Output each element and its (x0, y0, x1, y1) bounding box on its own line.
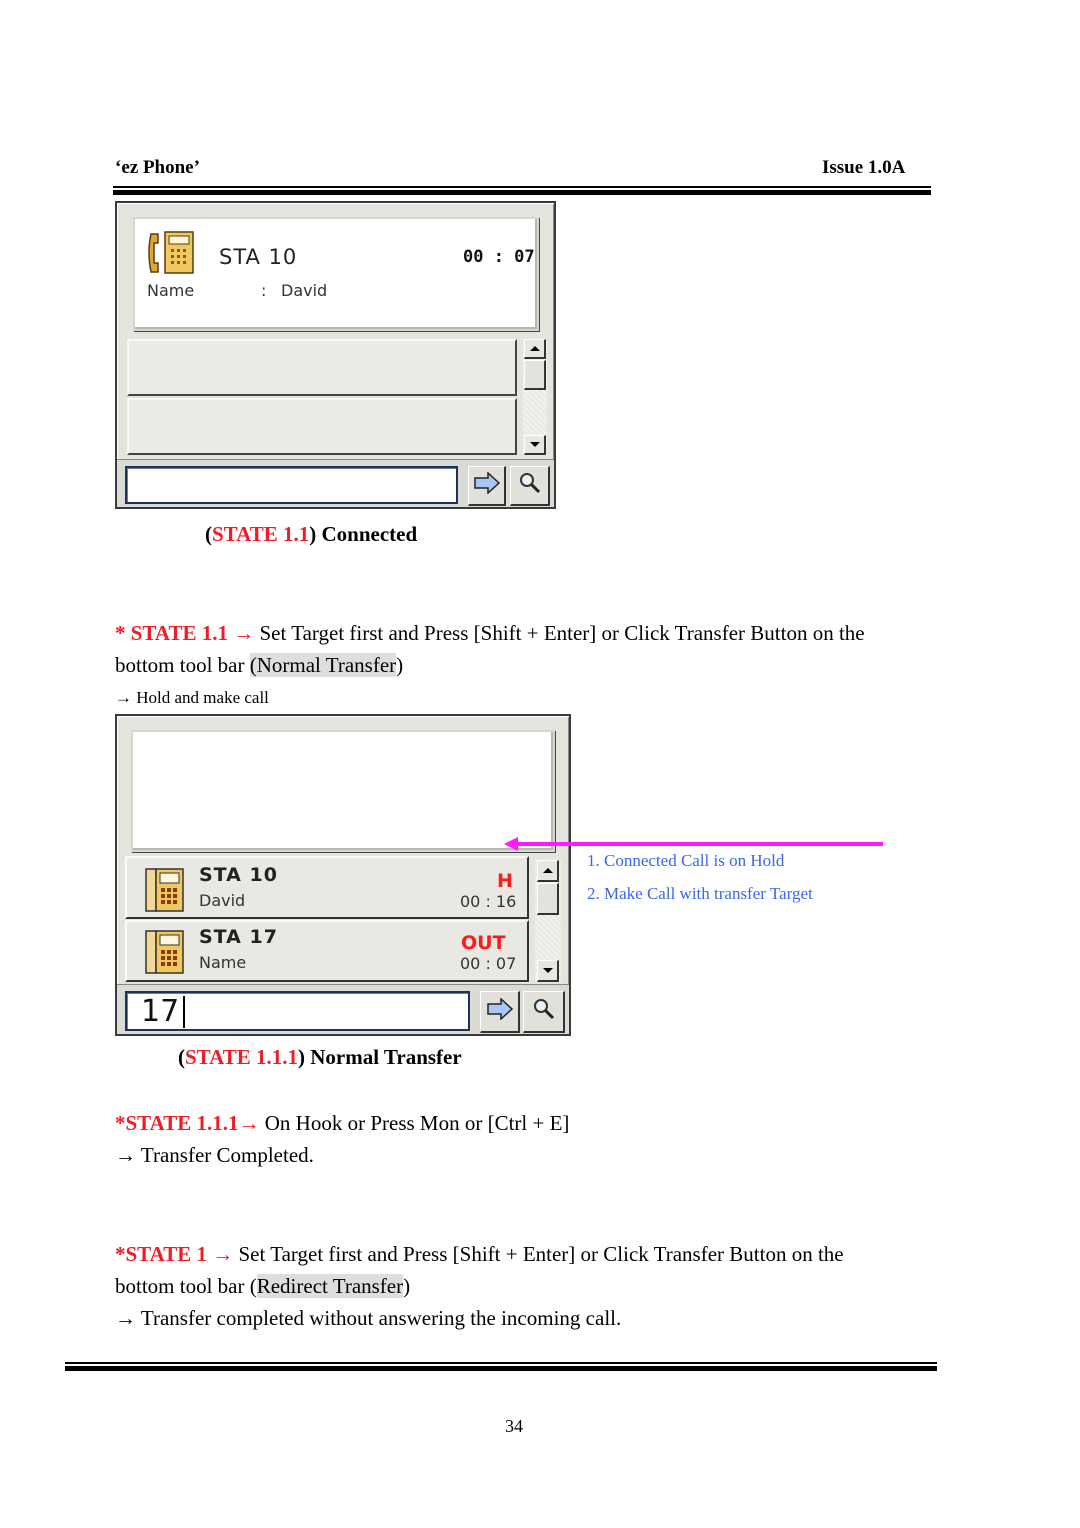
name-label: Name (147, 281, 195, 300)
result-text: Transfer Completed. (136, 1143, 314, 1167)
instruction-text: Set Target first and Press [Shift + Ente… (254, 621, 865, 645)
arrow-icon: → (115, 1306, 136, 1330)
text-cursor (183, 996, 185, 1028)
ezphone-window-transfer: STA 10 David H 00 : 16 STA 17 Name OUT 0… (115, 714, 571, 1036)
instruction-redirect-transfer: *STATE 1 → Set Target first and Press [S… (115, 1238, 915, 1334)
note-hold-and-call: → Hold and make call (115, 688, 269, 708)
call-row-empty[interactable] (127, 339, 517, 396)
instruction-text: Set Target first and Press [Shift + Ente… (233, 1242, 844, 1266)
scroll-up-button[interactable] (537, 860, 559, 882)
station-number: STA 17 (199, 926, 278, 948)
call-timer: 00 : 07 (460, 954, 517, 973)
name-separator: : (261, 281, 267, 300)
scroll-up-button[interactable] (524, 339, 546, 359)
call-display (131, 730, 555, 852)
instruction-on-hook: *STATE 1.1.1→ On Hook or Press Mon or [C… (115, 1107, 915, 1171)
scroll-down-button[interactable] (524, 435, 546, 455)
caption-paren: ) (298, 1045, 305, 1069)
dial-button[interactable] (468, 466, 506, 506)
station-number: STA 10 (219, 245, 298, 269)
bottom-toolbar: 17 (117, 984, 569, 1034)
caption-paren: ( (178, 1045, 185, 1069)
arrow-icon: → (115, 1143, 136, 1167)
page-number: 34 (505, 1416, 523, 1436)
status-badge-out: OUT (461, 932, 506, 954)
status-badge-hold: H (497, 870, 513, 892)
caption-label: Normal Transfer (305, 1045, 462, 1069)
magnifier-icon (532, 997, 556, 1026)
transfer-type-highlight: Redirect Transfer (256, 1274, 404, 1298)
instruction-text: ) (403, 1274, 411, 1298)
caption-state: STATE 1.1.1 (185, 1045, 298, 1069)
scroll-thumb[interactable] (537, 883, 559, 915)
triangle-up-icon (529, 346, 540, 351)
annotation-make-call: 2. Make Call with transfer Target (587, 884, 813, 903)
caller-name: Name (199, 953, 247, 972)
caption-paren: ( (205, 522, 212, 546)
caption-label: Connected (316, 522, 418, 546)
figure-caption-normal-transfer: (STATE 1.1.1) Normal Transfer (178, 1045, 462, 1070)
magnifier-icon (518, 471, 542, 500)
instruction-text: bottom tool bar (115, 653, 250, 677)
instruction-text: On Hook or Press Mon or [Ctrl + E] (259, 1111, 570, 1135)
desk-phone-icon (145, 930, 185, 979)
phone-handset-icon (145, 231, 197, 280)
search-button[interactable] (510, 466, 550, 506)
dial-button[interactable] (480, 991, 520, 1033)
instruction-normal-transfer: * STATE 1.1 → Set Target first and Press… (115, 617, 915, 681)
header-rule-thick (113, 190, 931, 195)
triangle-down-icon (542, 968, 553, 973)
transfer-type-highlight: (Normal Transfer (249, 653, 397, 677)
call-timer: 00 : 16 (460, 892, 517, 911)
state-label: * STATE 1.1 (115, 621, 234, 645)
state-label: *STATE 1 (115, 1242, 213, 1266)
footer-rule-thick (65, 1366, 937, 1371)
caller-name: David (199, 891, 246, 910)
dial-input-value: 17 (141, 994, 180, 1029)
arrow-right-icon (473, 471, 501, 499)
scroll-thumb[interactable] (524, 360, 546, 390)
instruction-text: ) (396, 653, 404, 677)
dial-input[interactable] (125, 466, 458, 504)
scroll-down-button[interactable] (537, 960, 559, 982)
scrollbar[interactable] (523, 339, 547, 455)
ezphone-window-connected: STA 10 00 : 07 Name : David (115, 201, 556, 509)
document-title: ‘ez Phone’ (115, 157, 200, 178)
pointer-arrow (504, 837, 883, 851)
caption-state: STATE 1.1 (212, 522, 310, 546)
triangle-down-icon (529, 442, 540, 447)
footer-rule-thin (65, 1362, 937, 1364)
arrow-icon: → (115, 688, 132, 707)
station-number: STA 10 (199, 864, 278, 886)
call-row[interactable]: STA 10 David H 00 : 16 (125, 856, 529, 919)
call-row-empty[interactable] (127, 398, 517, 455)
bottom-toolbar (117, 459, 554, 507)
arrow-icon: → (212, 1242, 234, 1266)
call-display: STA 10 00 : 07 Name : David (133, 217, 539, 331)
scrollbar[interactable] (535, 860, 561, 982)
arrow-right-icon (486, 997, 514, 1025)
search-button[interactable] (523, 991, 565, 1033)
annotation-hold: 1. Connected Call is on Hold (587, 851, 785, 870)
call-row[interactable]: STA 17 Name OUT 00 : 07 (125, 920, 529, 982)
issue-number: Issue 1.0A (822, 157, 906, 178)
figure-caption-connected: (STATE 1.1) Connected (205, 522, 417, 547)
arrow-icon: → (238, 1111, 260, 1135)
desk-phone-icon (145, 868, 185, 917)
call-timer: 00 : 07 (463, 247, 535, 267)
dial-input[interactable]: 17 (125, 991, 470, 1031)
caller-name: David (281, 281, 328, 300)
state-label: *STATE 1.1.1 (115, 1111, 239, 1135)
note-text: Hold and make call (132, 688, 269, 707)
result-text: Transfer completed without answering the… (136, 1306, 622, 1330)
triangle-up-icon (542, 868, 553, 873)
header-rule-thin (113, 186, 931, 188)
instruction-text: bottom tool bar ( (115, 1274, 257, 1298)
arrow-icon: → (233, 621, 255, 645)
